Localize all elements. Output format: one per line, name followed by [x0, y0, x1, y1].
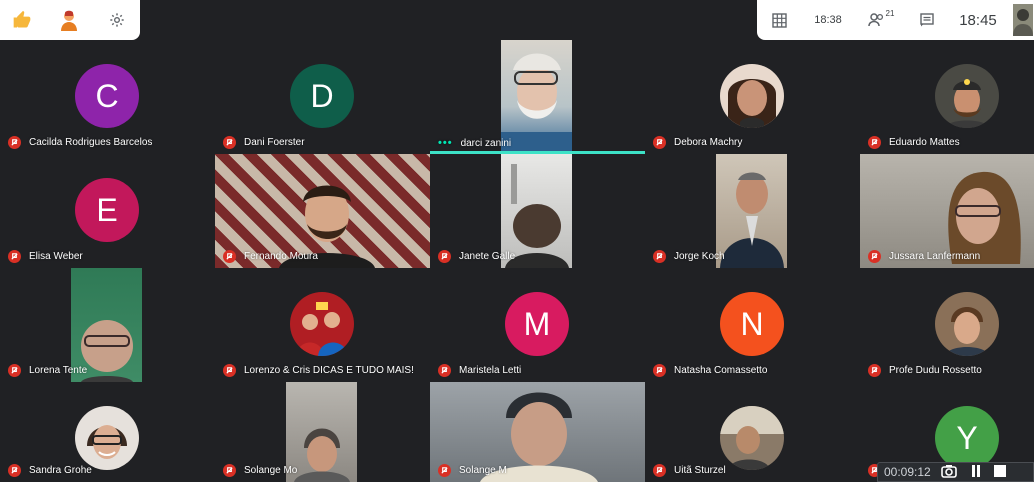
thumbs-up-icon[interactable] — [10, 8, 34, 32]
video-feed — [501, 40, 572, 151]
participant-name: Maristela Letti — [459, 365, 522, 376]
avatar — [720, 406, 784, 470]
participant-tile[interactable]: M Maristela Letti — [430, 268, 645, 382]
participant-tile[interactable]: Lorena Tente — [0, 268, 215, 382]
settings-gear-icon[interactable] — [105, 8, 129, 32]
mic-off-icon — [438, 250, 451, 263]
mic-off-icon — [868, 136, 881, 149]
meeting-toolbar: 18:38 21 18:45 — [757, 0, 1034, 40]
avatar: Y — [935, 406, 999, 470]
avatar: N — [720, 292, 784, 356]
mic-off-icon — [653, 364, 666, 377]
mic-off-icon — [653, 250, 666, 263]
mic-off-icon — [223, 364, 236, 377]
avatar — [935, 292, 999, 356]
participant-name: Solange M — [459, 465, 507, 476]
speaking-indicator-icon: ••• — [438, 137, 453, 149]
avatar: M — [505, 292, 569, 356]
participant-count: 21 — [885, 8, 895, 18]
participant-name: Lorena Tente — [29, 365, 88, 376]
mic-off-icon — [438, 364, 451, 377]
people-icon[interactable]: 21 — [867, 8, 895, 32]
participant-tile[interactable]: Sandra Grohe — [0, 382, 215, 482]
participant-name: Dani Foerster — [244, 137, 305, 148]
participant-name: Profe Dudu Rossetto — [889, 365, 982, 376]
stop-icon[interactable] — [993, 464, 1007, 481]
screen-recorder-bar: 00:09:12 — [877, 462, 1034, 482]
participant-tile[interactable]: Janete Galle — [430, 154, 645, 268]
participant-name: Janete Galle — [459, 251, 516, 262]
raise-hand-icon[interactable] — [57, 8, 81, 32]
participant-tile[interactable]: Lorenzo & Cris DICAS E TUDO MAIS! — [215, 268, 430, 382]
participant-name: darci zanini — [460, 137, 512, 149]
participant-name: Sandra Grohe — [29, 465, 92, 476]
clock: 18:45 — [959, 11, 997, 29]
avatar — [290, 292, 354, 356]
participant-name: Elisa Weber — [29, 251, 83, 262]
reactions-toolbar — [0, 0, 140, 40]
mic-off-icon — [8, 464, 21, 477]
avatar: E — [75, 178, 139, 242]
recording-timer: 00:09:12 — [884, 465, 931, 479]
mic-off-icon — [438, 464, 451, 477]
avatar: C — [75, 64, 139, 128]
participant-name: Lorenzo & Cris DICAS E TUDO MAIS! — [244, 365, 414, 376]
participant-tile[interactable]: Eduardo Mattes — [860, 40, 1034, 154]
mic-off-icon — [223, 250, 236, 263]
participant-name: Fernando Moura — [244, 251, 318, 262]
participant-tile[interactable]: E Elisa Weber — [0, 154, 215, 268]
participant-tile[interactable]: Solange M — [430, 382, 645, 482]
participant-name: Cacilda Rodrigues Barcelos — [29, 137, 153, 148]
mic-off-icon — [653, 464, 666, 477]
participant-tile[interactable]: Debora Machry — [645, 40, 860, 154]
mic-off-icon — [653, 136, 666, 149]
participant-name: Jorge Koch — [674, 251, 725, 262]
pause-icon[interactable] — [971, 464, 981, 481]
participant-name: Jussara Lanfermann — [889, 251, 981, 262]
participant-name: Uitã Sturzel — [674, 465, 726, 476]
participant-name: Natasha Comassetto — [674, 365, 768, 376]
participant-tile-speaking[interactable]: ••• darci zanini — [430, 40, 645, 154]
avatar: D — [290, 64, 354, 128]
mic-off-icon — [8, 136, 21, 149]
grid-layout-icon[interactable] — [769, 8, 789, 32]
participant-tile[interactable]: Jorge Koch — [645, 154, 860, 268]
avatar — [720, 64, 784, 128]
participant-grid: C Cacilda Rodrigues Barcelos D Dani Foer… — [0, 40, 1034, 482]
participant-tile[interactable]: Fernando Moura — [215, 154, 430, 268]
participant-name: Debora Machry — [674, 137, 743, 148]
participant-tile[interactable]: Profe Dudu Rossetto — [860, 268, 1034, 382]
camera-icon[interactable] — [940, 464, 957, 481]
meeting-time: 18:38 — [814, 14, 842, 26]
avatar — [75, 406, 139, 470]
participant-tile[interactable]: Uitã Sturzel — [645, 382, 860, 482]
chat-icon[interactable] — [917, 8, 937, 32]
mic-off-icon — [868, 364, 881, 377]
participant-name: Eduardo Mattes — [889, 137, 960, 148]
mic-off-icon — [868, 250, 881, 263]
self-view-thumbnail[interactable] — [1013, 4, 1033, 36]
mic-off-icon — [223, 464, 236, 477]
participant-name: Solange Mo — [244, 465, 298, 476]
avatar — [935, 64, 999, 128]
participant-tile[interactable]: Solange Mo — [215, 382, 430, 482]
participant-tile[interactable]: D Dani Foerster — [215, 40, 430, 154]
participant-tile[interactable]: C Cacilda Rodrigues Barcelos — [0, 40, 215, 154]
participant-tile[interactable]: Jussara Lanfermann — [860, 154, 1034, 268]
mic-off-icon — [223, 136, 236, 149]
mic-off-icon — [8, 364, 21, 377]
mic-off-icon — [8, 250, 21, 263]
video-feed — [716, 154, 787, 268]
participant-tile[interactable]: N Natasha Comassetto — [645, 268, 860, 382]
